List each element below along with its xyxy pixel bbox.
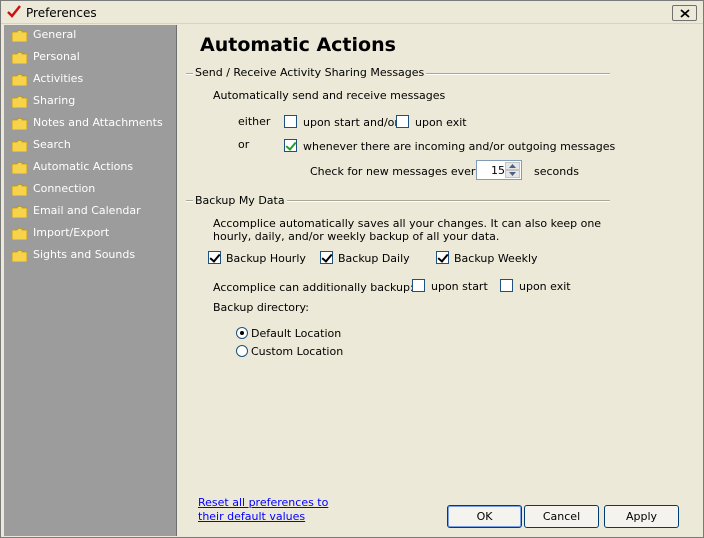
backup-upon-start-label[interactable]: upon start	[431, 280, 488, 293]
apply-button[interactable]: Apply	[604, 505, 679, 528]
folder-icon	[12, 30, 27, 42]
sidebar-item-sharing[interactable]: Sharing	[4, 91, 177, 112]
spinner-up-button[interactable]	[505, 162, 520, 170]
folder-icon	[12, 228, 27, 240]
sidebar-item-label: General	[33, 28, 77, 41]
check-interval-label: Check for new messages every:	[310, 165, 485, 178]
sidebar-item-notes-and-attachments[interactable]: Notes and Attachments	[4, 113, 177, 134]
backup-weekly-label[interactable]: Backup Weekly	[454, 252, 538, 265]
backup-section-heading: Backup My Data	[193, 194, 287, 207]
ok-button[interactable]: OK	[447, 505, 522, 528]
sidebar-item-activities[interactable]: Activities	[4, 69, 177, 90]
cancel-button[interactable]: Cancel	[524, 505, 599, 528]
seconds-label: seconds	[534, 165, 579, 178]
sidebar-item-general[interactable]: General	[4, 25, 177, 46]
check-interval-value[interactable]: 15	[491, 164, 505, 177]
sidebar-item-label: Email and Calendar	[33, 204, 141, 217]
arrow-up-icon	[509, 164, 516, 168]
whenever-messages-checkbox[interactable]	[284, 139, 297, 152]
backup-weekly-checkbox[interactable]	[436, 251, 449, 264]
folder-icon	[12, 206, 27, 218]
settings-panel: Automatic Actions Send / Receive Activit…	[180, 25, 702, 536]
custom-location-label[interactable]: Custom Location	[251, 345, 343, 358]
default-location-label[interactable]: Default Location	[251, 327, 341, 340]
sharing-intro-text: Automatically send and receive messages	[213, 89, 446, 102]
or-label: or	[238, 138, 250, 151]
either-label: either	[238, 115, 271, 128]
arrow-down-icon	[509, 172, 516, 176]
folder-icon	[12, 118, 27, 130]
upon-start-checkbox[interactable]	[284, 115, 297, 128]
sidebar-item-sights-and-sounds[interactable]: Sights and Sounds	[4, 245, 177, 266]
sidebar-item-label: Activities	[33, 72, 84, 85]
sidebar-item-label: Search	[33, 138, 71, 151]
sidebar-item-connection[interactable]: Connection	[4, 179, 177, 200]
folder-icon	[12, 96, 27, 108]
additional-backup-label: Accomplice can additionally backup:	[213, 281, 414, 294]
sidebar-item-label: Automatic Actions	[33, 160, 134, 173]
sidebar-item-label: Personal	[33, 50, 80, 63]
custom-location-radio[interactable]	[236, 345, 248, 357]
upon-exit-checkbox[interactable]	[396, 115, 409, 128]
upon-start-label[interactable]: upon start and/or	[303, 116, 399, 129]
whenever-messages-label[interactable]: whenever there are incoming and/or outgo…	[303, 140, 615, 153]
close-button[interactable]	[672, 5, 697, 21]
checkmark-app-icon	[7, 5, 21, 18]
check-interval-spinner[interactable]: 15	[476, 160, 522, 180]
backup-hourly-checkbox[interactable]	[208, 251, 221, 264]
folder-icon	[12, 162, 27, 174]
sidebar-item-label: Connection	[33, 182, 96, 195]
backup-daily-label[interactable]: Backup Daily	[338, 252, 410, 265]
spinner-arrows	[505, 162, 520, 178]
sidebar-item-email-and-calendar[interactable]: Email and Calendar	[4, 201, 177, 222]
title-bar: Preferences	[1, 1, 703, 24]
folder-icon	[12, 250, 27, 262]
reset-preferences-link[interactable]: Reset all preferences to their default v…	[198, 496, 328, 524]
backup-description-line-1: Accomplice automatically saves all your …	[213, 217, 602, 230]
sidebar-item-label: Sharing	[33, 94, 76, 107]
backup-upon-exit-label[interactable]: upon exit	[519, 280, 571, 293]
upon-exit-label[interactable]: upon exit	[415, 116, 467, 129]
sharing-section-heading: Send / Receive Activity Sharing Messages	[193, 66, 427, 79]
backup-upon-exit-checkbox[interactable]	[500, 279, 513, 292]
reset-link-line-2[interactable]: their default values	[198, 510, 305, 523]
backup-directory-label: Backup directory:	[213, 301, 309, 314]
folder-icon	[12, 140, 27, 152]
backup-hourly-label[interactable]: Backup Hourly	[226, 252, 306, 265]
reset-link-line-1[interactable]: Reset all preferences to	[198, 496, 328, 509]
default-location-radio[interactable]	[236, 327, 248, 339]
sidebar-item-label: Sights and Sounds	[33, 248, 136, 261]
sidebar-item-label: Import/Export	[33, 226, 110, 239]
folder-icon	[12, 74, 27, 86]
window-title: Preferences	[26, 6, 97, 20]
preferences-sidebar: General Personal Activities Sharing Note…	[4, 25, 177, 536]
sidebar-item-automatic-actions[interactable]: Automatic Actions	[4, 157, 177, 178]
sidebar-item-personal[interactable]: Personal	[4, 47, 177, 68]
sidebar-item-label: Notes and Attachments	[33, 116, 163, 129]
backup-description-line-2: hourly, daily, and/or weekly backup of a…	[213, 230, 500, 243]
close-icon	[680, 9, 690, 18]
preferences-window: Preferences General Personal Activities …	[0, 0, 704, 538]
page-title: Automatic Actions	[200, 34, 396, 56]
backup-upon-start-checkbox[interactable]	[412, 279, 425, 292]
folder-icon	[12, 52, 27, 64]
backup-daily-checkbox[interactable]	[320, 251, 333, 264]
spinner-down-button[interactable]	[505, 170, 520, 178]
folder-icon	[12, 184, 27, 196]
sidebar-item-search[interactable]: Search	[4, 135, 177, 156]
sidebar-item-import-export[interactable]: Import/Export	[4, 223, 177, 244]
